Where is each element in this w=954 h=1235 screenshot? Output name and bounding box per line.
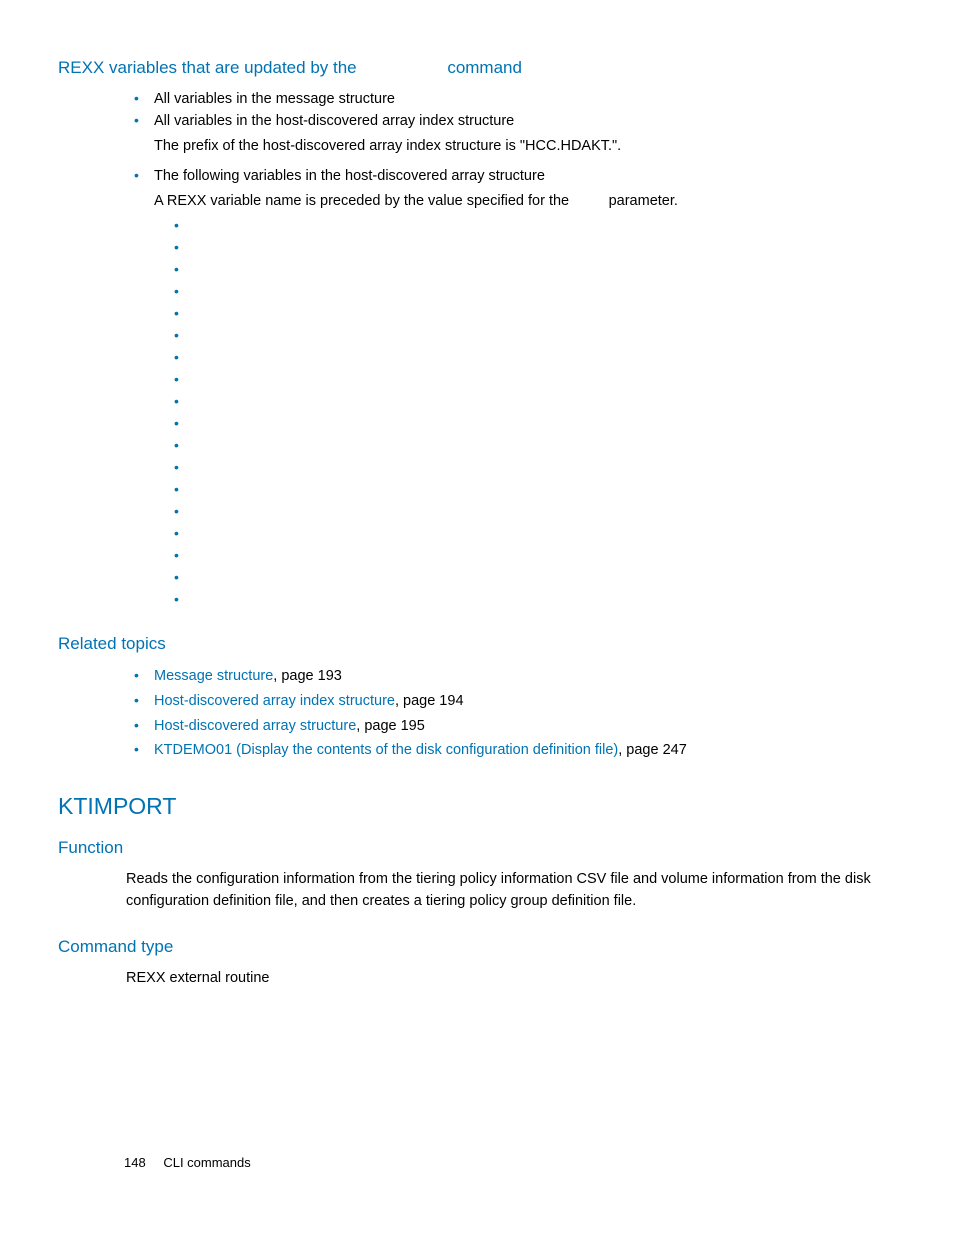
related-topic-suffix: , page 195 bbox=[356, 718, 425, 734]
related-topic-suffix: , page 193 bbox=[273, 668, 342, 684]
function-paragraph: Reads the configuration information from… bbox=[126, 868, 896, 913]
rexx-bullet-list: All variables in the message structure A… bbox=[134, 88, 896, 610]
list-item: The following variables in the host-disc… bbox=[134, 165, 896, 610]
heading-ktimport: KTIMPORT bbox=[58, 793, 896, 820]
page-footer: 148 CLI commands bbox=[124, 1155, 251, 1170]
sub-list-item bbox=[174, 258, 896, 280]
sub-list-item bbox=[174, 324, 896, 346]
heading-code: KTHSCAN bbox=[361, 58, 442, 77]
sub-list-item bbox=[174, 544, 896, 566]
list-item: All variables in the message structure bbox=[134, 88, 896, 110]
related-topic-suffix: , page 247 bbox=[618, 742, 687, 758]
related-topic-item: Message structure, page 193 bbox=[134, 664, 896, 689]
sub-list-item bbox=[174, 214, 896, 236]
list-item-text: The following variables in the host-disc… bbox=[154, 168, 545, 184]
sub-list-item bbox=[174, 434, 896, 456]
heading-command-type: Command type bbox=[58, 937, 896, 957]
sub-list-item bbox=[174, 478, 896, 500]
heading-function: Function bbox=[58, 838, 896, 858]
footer-section: CLI commands bbox=[163, 1155, 250, 1170]
related-topic-item: Host-discovered array index structure, p… bbox=[134, 689, 896, 714]
list-item-text: All variables in the host-discovered arr… bbox=[154, 113, 514, 129]
related-topics-list: Message structure, page 193Host-discover… bbox=[134, 664, 896, 763]
list-item-subtext: A REXX variable name is preceded by the … bbox=[154, 190, 896, 212]
sub-list-item bbox=[174, 280, 896, 302]
page-number: 148 bbox=[124, 1155, 146, 1170]
sub-list-item bbox=[174, 566, 896, 588]
sub-list-item bbox=[174, 368, 896, 390]
heading-part2: command bbox=[443, 58, 522, 77]
heading-related-topics: Related topics bbox=[58, 634, 896, 654]
sub-list-item bbox=[174, 390, 896, 412]
heading-rexx-variables: REXX variables that are updated by the K… bbox=[58, 58, 896, 78]
sub-list-item bbox=[174, 500, 896, 522]
sub-list-item bbox=[174, 236, 896, 258]
related-topic-link[interactable]: Host-discovered array structure bbox=[154, 718, 356, 734]
related-topic-item: Host-discovered array structure, page 19… bbox=[134, 714, 896, 739]
related-topic-item: KTDEMO01 (Display the contents of the di… bbox=[134, 738, 896, 763]
sub-list-item bbox=[174, 522, 896, 544]
sub-list-item bbox=[174, 588, 896, 610]
list-item-subtext: The prefix of the host-discovered array … bbox=[154, 135, 896, 157]
sub-bullet-list bbox=[174, 214, 896, 610]
related-topic-link[interactable]: Host-discovered array index structure bbox=[154, 693, 395, 709]
sub-list-item bbox=[174, 346, 896, 368]
heading-part1: REXX variables that are updated by the bbox=[58, 58, 361, 77]
command-type-text: REXX external routine bbox=[126, 967, 896, 989]
sub-list-item bbox=[174, 412, 896, 434]
sub-list-item bbox=[174, 456, 896, 478]
list-item-text: All variables in the message structure bbox=[154, 91, 395, 107]
related-topic-link[interactable]: KTDEMO01 (Display the contents of the di… bbox=[154, 742, 618, 758]
sub-list-item bbox=[174, 302, 896, 324]
list-item: All variables in the host-discovered arr… bbox=[134, 110, 896, 157]
related-topic-suffix: , page 194 bbox=[395, 693, 464, 709]
related-topic-link[interactable]: Message structure bbox=[154, 668, 273, 684]
